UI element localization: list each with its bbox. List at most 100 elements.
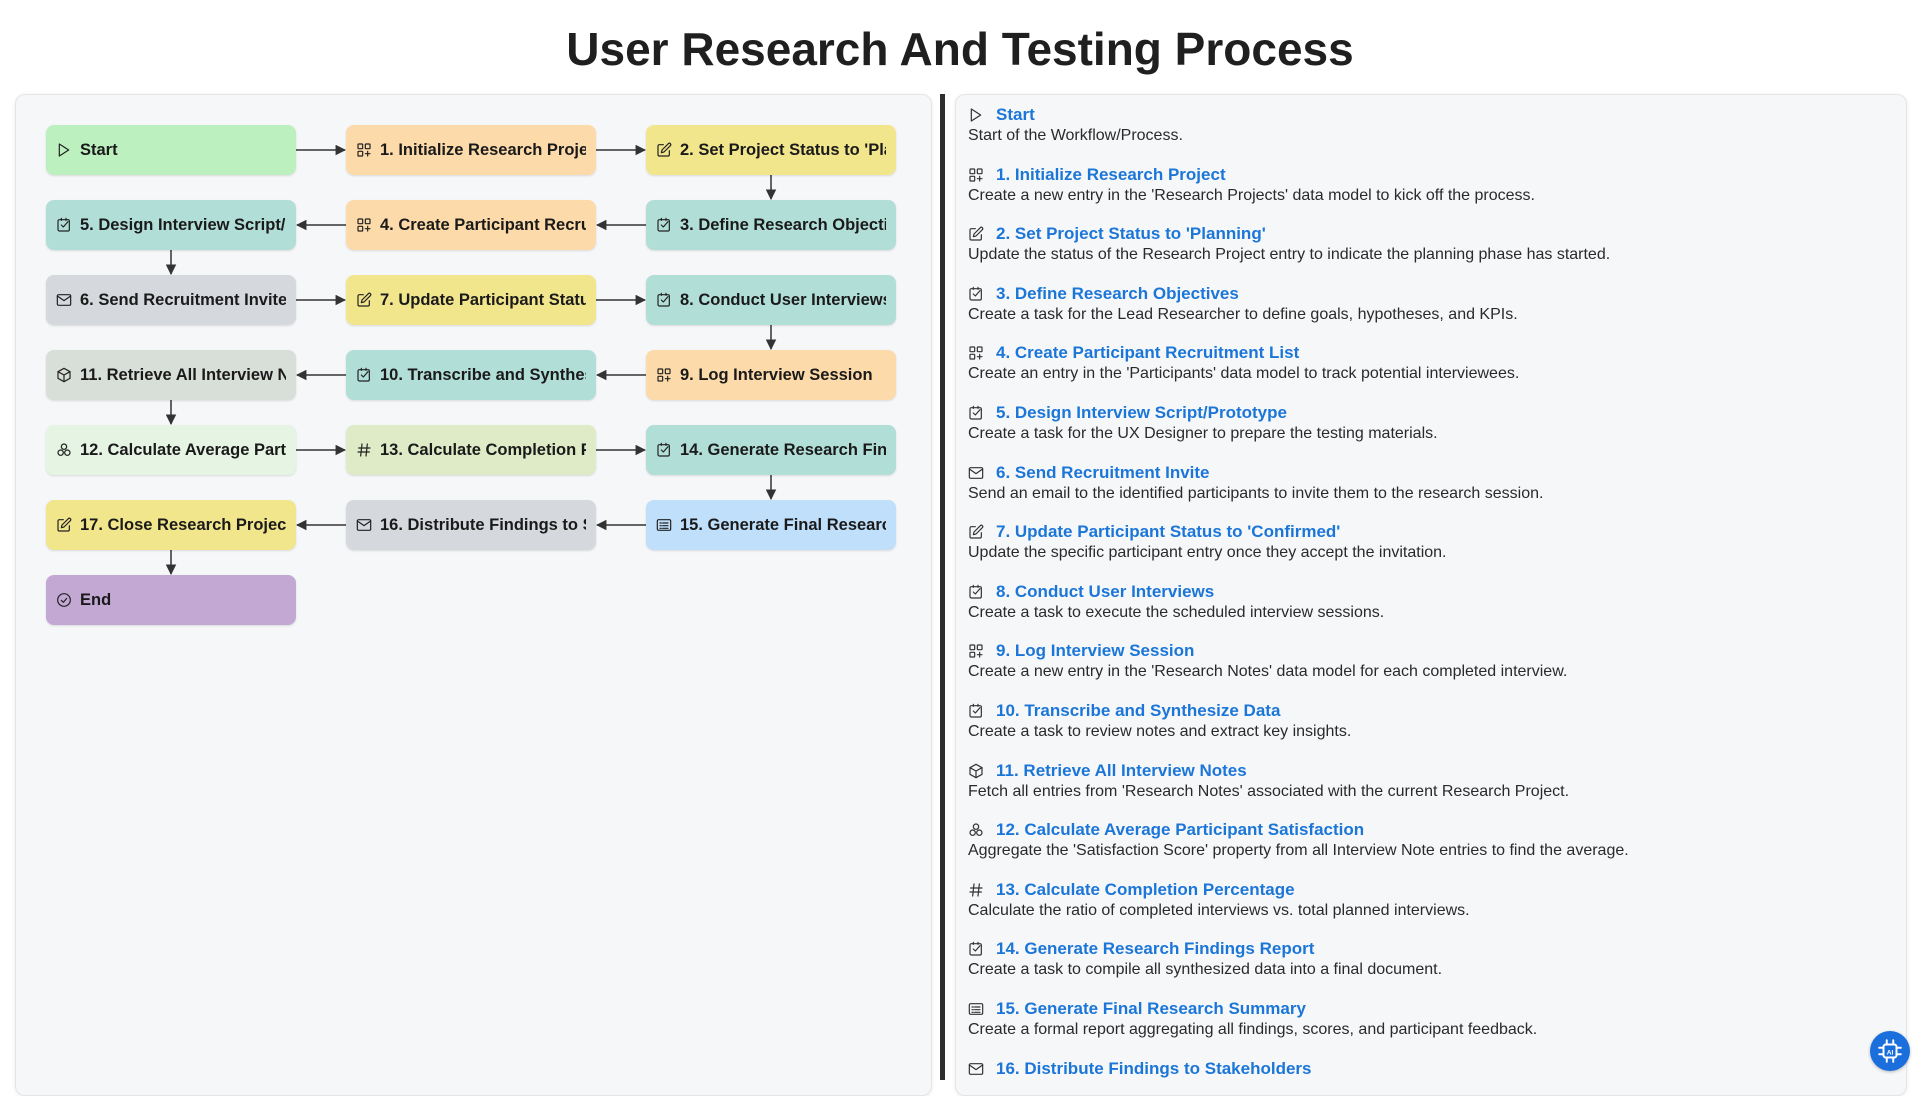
checkbox-icon [968,405,984,421]
flow-node-n15[interactable]: 15. Generate Final Research Summary [646,500,896,550]
step-detail-item: 9. Log Interview Session Create a new ent… [968,640,1888,682]
step-detail-item: 10. Transcribe and Synthesize Data Create… [968,700,1888,742]
flow-node-end[interactable]: End [46,575,296,625]
flow-node-n16[interactable]: 16. Distribute Findings to Stakeholders [346,500,596,550]
flow-node-n3[interactable]: 3. Define Research Objectives [646,200,896,250]
step-detail-title-link[interactable]: 8. Conduct User Interviews [996,582,1214,602]
mail-icon [356,517,372,533]
step-detail-item: 7. Update Participant Status to 'Confirm… [968,521,1888,563]
step-detail-title-link[interactable]: 10. Transcribe and Synthesize Data [996,701,1280,721]
step-detail-description: Create a task for the UX Designer to pre… [968,425,1438,442]
step-detail-description: Create a new entry in the 'Research Proj… [968,186,1535,204]
step-detail-item: 6. Send Recruitment Invite Send an email … [968,462,1888,504]
hash-icon [968,882,984,898]
step-detail-title-link[interactable]: 1. Initialize Research Project [996,165,1226,185]
step-detail-description: Update the status of the Research Projec… [968,246,1611,264]
step-detail-title-link[interactable]: 12. Calculate Average Participant Satisf… [996,820,1364,840]
flow-node-n4[interactable]: 4. Create Participant Recruitment List [346,200,596,250]
edit-icon [356,292,372,308]
report-icon [656,517,672,533]
step-detail-item: Start Start of the Workflow/Process. [968,104,1888,146]
step-details-panel: Start Start of the Workflow/Process. 1. In… [955,94,1907,1096]
flow-node-label: 4. Create Participant Recruitment List [380,215,586,234]
flow-node-n6[interactable]: 6. Send Recruitment Invite [46,275,296,325]
cube-icon [56,367,72,383]
flow-node-n12[interactable]: 12. Calculate Average Participant Satisf… [46,425,296,475]
grid-add-icon [968,345,984,361]
step-detail-title-link[interactable]: 15. Generate Final Research Summary [996,999,1306,1019]
flow-node-n13[interactable]: 13. Calculate Completion Percentage [346,425,596,475]
flow-node-n1[interactable]: 1. Initialize Research Project [346,125,596,175]
step-detail-title-link[interactable]: 2. Set Project Status to 'Planning' [996,224,1266,244]
flow-node-label: 9. Log Interview Session [680,365,873,384]
step-detail-item: 12. Calculate Average Participant Satisf… [968,819,1888,861]
checkbox-icon [56,217,72,233]
flow-node-label: 14. Generate Research Findings Report [680,440,886,459]
flow-node-n5[interactable]: 5. Design Interview Script/Prototype [46,200,296,250]
flow-node-label: 3. Define Research Objectives [680,215,886,234]
step-detail-title-link[interactable]: 7. Update Participant Status to 'Confirm… [996,522,1340,542]
page-title: User Research And Testing Process [566,23,1354,75]
step-detail-item: 16. Distribute Findings to Stakeholders [968,1058,1888,1080]
step-detail-description: Create a task for the Lead Researcher to… [968,305,1518,323]
assistant-button[interactable]: AI [1870,1031,1910,1071]
grid-add-icon [968,643,984,659]
step-detail-item: 4. Create Participant Recruitment List Cr… [968,342,1888,384]
step-detail-description: Create a task to review notes and extrac… [968,723,1352,740]
mail-icon [968,1061,984,1077]
step-detail-item: 2. Set Project Status to 'Planning' Updat… [968,223,1888,265]
grid-add-icon [656,367,672,383]
step-detail-title-link[interactable]: 9. Log Interview Session [996,641,1194,661]
step-detail-item: 1. Initialize Research Project Create a n… [968,164,1888,206]
step-detail-description: Calculate the ratio of completed intervi… [968,901,1470,919]
flow-node-label: 13. Calculate Completion Percentage [380,440,586,459]
flow-node-label: 6. Send Recruitment Invite [80,290,286,309]
flow-node-label: 11. Retrieve All Interview Notes [80,365,286,384]
step-detail-title-link[interactable]: 13. Calculate Completion Percentage [996,880,1295,900]
checkbox-icon [968,703,984,719]
step-detail-description: Fetch all entries from 'Research Notes' … [968,782,1570,800]
step-detail-title-link[interactable]: 11. Retrieve All Interview Notes [996,761,1247,781]
checkbox-icon [656,217,672,233]
step-detail-item: 8. Conduct User Interviews Create a task … [968,581,1888,623]
edit-icon [968,226,984,242]
panel-divider[interactable] [940,94,945,1080]
flow-node-n10[interactable]: 10. Transcribe and Synthesize Data [346,350,596,400]
flow-node-n14[interactable]: 14. Generate Research Findings Report [646,425,896,475]
flow-node-label: 15. Generate Final Research Summary [680,515,886,534]
report-icon [968,1001,984,1017]
step-detail-title-link[interactable]: 4. Create Participant Recruitment List [996,343,1299,363]
step-detail-title-link[interactable]: 3. Define Research Objectives [996,284,1239,304]
play-icon [56,142,72,158]
flow-node-n11[interactable]: 11. Retrieve All Interview Notes [46,350,296,400]
step-detail-item: 14. Generate Research Findings Report Cre… [968,938,1888,980]
grid-add-icon [356,142,372,158]
step-detail-title-link[interactable]: 5. Design Interview Script/Prototype [996,403,1287,423]
flow-node-n2[interactable]: 2. Set Project Status to 'Planning' [646,125,896,175]
checkbox-icon [356,367,372,383]
step-detail-item: 3. Define Research Objectives Create a ta… [968,283,1888,325]
step-detail-item: 15. Generate Final Research Summary Creat… [968,998,1888,1040]
flow-node-label: 16. Distribute Findings to Stakeholders [380,515,586,534]
flow-node-n7[interactable]: 7. Update Participant Status to 'Confirm… [346,275,596,325]
flow-node-label: 8. Conduct User Interviews [680,290,886,309]
play-icon [968,107,984,123]
step-detail-title-link[interactable]: 14. Generate Research Findings Report [996,939,1314,959]
step-detail-description: Send an email to the identified particip… [968,484,1544,502]
grid-add-icon [356,217,372,233]
aggregate-icon [56,442,72,458]
step-detail-title-link[interactable]: 6. Send Recruitment Invite [996,463,1210,483]
flow-node-n8[interactable]: 8. Conduct User Interviews [646,275,896,325]
step-detail-title-link[interactable]: 16. Distribute Findings to Stakeholders [996,1059,1312,1079]
flow-node-n17[interactable]: 17. Close Research Project [46,500,296,550]
step-detail-item: 11. Retrieve All Interview Notes Fetch al… [968,760,1888,802]
flow-node-n9[interactable]: 9. Log Interview Session [646,350,896,400]
checkbox-icon [656,442,672,458]
flowchart-panel: Start 1. Initialize Research Project 2. Se… [15,94,932,1096]
step-detail-item: 13. Calculate Completion Percentage Calcu… [968,879,1888,921]
step-detail-title-link[interactable]: Start [996,105,1035,125]
flow-node-label: 1. Initialize Research Project [380,140,586,159]
flow-node-label: End [80,590,112,609]
flow-node-label: 12. Calculate Average Participant Satisf… [80,440,286,459]
flow-node-start[interactable]: Start [46,125,296,175]
